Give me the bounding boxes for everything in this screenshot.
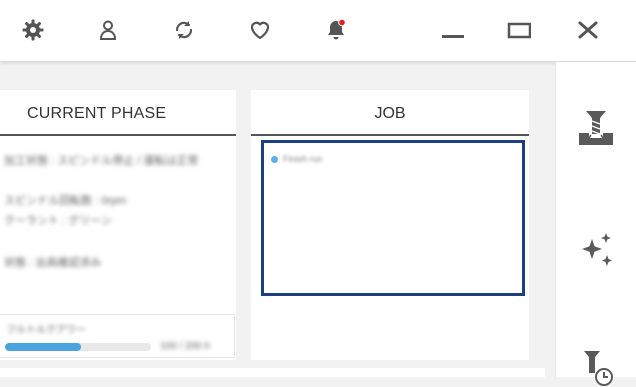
maximize-icon[interactable]	[507, 18, 531, 42]
job-title: JOB	[374, 105, 406, 122]
job-header: JOB	[251, 90, 529, 136]
job-panel: JOB Finish run	[251, 90, 529, 360]
progress-bar	[5, 343, 151, 351]
phase-line: 状態 : 治具確認済み	[4, 257, 102, 269]
progress-bar-fill	[5, 343, 81, 351]
current-phase-panel: CURRENT PHASE 加工状態 : スピンドル停止 / 運転は正常 スピン…	[0, 90, 236, 360]
progress-card: フルトルクアワー 100 / 200 h	[0, 314, 235, 358]
top-toolbar	[0, 0, 636, 62]
phase-line: クーラント : グリーン	[4, 215, 112, 227]
close-icon[interactable]	[576, 18, 600, 42]
right-sidebar	[555, 62, 636, 386]
minimize-icon[interactable]	[440, 18, 464, 42]
job-status-dot	[271, 156, 278, 163]
current-phase-header: CURRENT PHASE	[0, 90, 236, 136]
phase-line: 加工状態 : スピンドル停止 / 運転は正常	[4, 155, 199, 167]
sparkles-icon[interactable]	[576, 229, 616, 269]
bottom-panel	[0, 368, 545, 377]
milling-tool-icon[interactable]	[576, 107, 616, 147]
progress-count: 100 / 200 h	[160, 341, 211, 352]
heart-icon[interactable]	[248, 18, 272, 42]
user-icon[interactable]	[96, 18, 120, 42]
bell-icon[interactable]	[324, 18, 348, 42]
phase-line: スピンドル回転数 : 0rpm	[4, 195, 127, 207]
current-phase-title: CURRENT PHASE	[27, 105, 167, 122]
tool-timer-icon[interactable]	[576, 347, 616, 387]
refresh-icon[interactable]	[172, 18, 196, 42]
gear-icon[interactable]	[21, 18, 45, 42]
job-list[interactable]: Finish run	[261, 140, 525, 296]
job-list-item[interactable]: Finish run	[283, 154, 323, 164]
progress-label: フルトルクアワー	[6, 325, 86, 336]
